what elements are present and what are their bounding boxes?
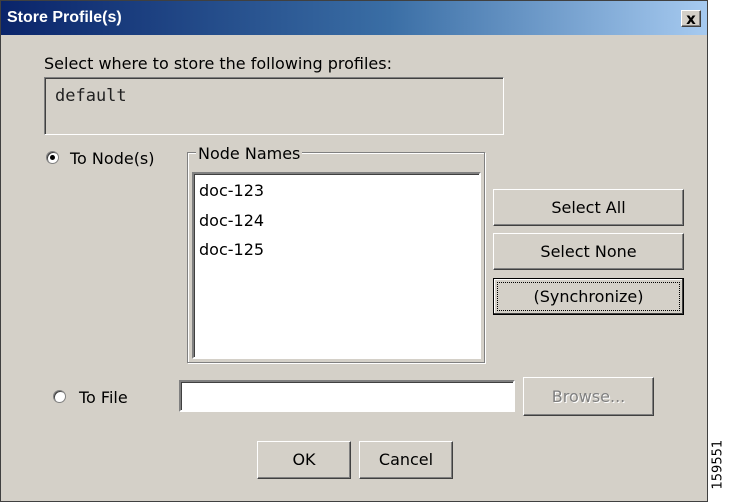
profiles-value: default	[55, 86, 127, 106]
close-icon: x	[686, 10, 696, 28]
figure-id: 159551	[710, 439, 726, 490]
to-file-label[interactable]: To File	[79, 388, 128, 407]
prompt-label: Select where to store the following prof…	[44, 54, 392, 73]
window-title: Store Profile(s)	[7, 9, 122, 26]
close-button[interactable]: x	[681, 10, 701, 27]
ok-button[interactable]: OK	[257, 441, 351, 479]
browse-button[interactable]: Browse...	[523, 377, 654, 416]
list-item[interactable]: doc-124	[199, 211, 264, 230]
node-names-group-label: Node Names	[196, 144, 303, 163]
title-bar[interactable]: Store Profile(s) x	[1, 1, 707, 35]
radio-selected-dot	[50, 155, 55, 160]
node-names-list[interactable]: doc-123 doc-124 doc-125	[192, 172, 481, 359]
figure-id-container: 159551	[708, 430, 728, 500]
list-item[interactable]: doc-123	[199, 181, 264, 200]
list-item[interactable]: doc-125	[199, 240, 264, 259]
to-file-radio[interactable]	[53, 390, 66, 403]
to-node-label[interactable]: To Node(s)	[70, 149, 155, 168]
cancel-button[interactable]: Cancel	[359, 441, 453, 479]
select-all-button[interactable]: Select All	[493, 189, 684, 226]
select-none-button[interactable]: Select None	[493, 233, 684, 270]
profiles-display: default	[44, 77, 504, 135]
synchronize-button[interactable]: (Synchronize)	[493, 278, 684, 315]
file-path-input[interactable]	[179, 380, 515, 412]
store-profiles-dialog: Store Profile(s) x Select where to store…	[0, 0, 708, 502]
to-node-radio[interactable]	[46, 151, 59, 164]
